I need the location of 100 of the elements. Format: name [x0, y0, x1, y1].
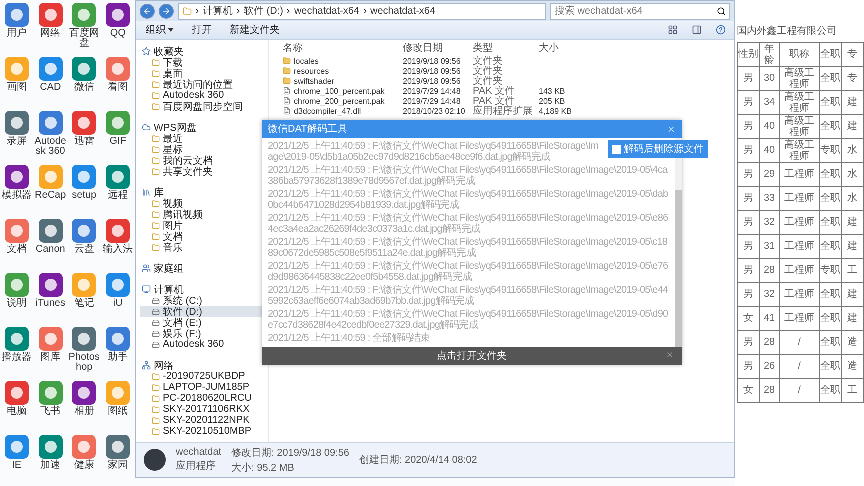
sidebar-item[interactable]: 最近访问的位置 — [140, 79, 268, 90]
sidebar-group[interactable]: 计算机 — [140, 284, 268, 295]
app-label: 看图 — [108, 83, 128, 93]
sidebar-item[interactable]: 我的云文档 — [140, 155, 268, 166]
app-icon[interactable] — [38, 218, 64, 244]
sidebar-item[interactable]: 系统 (C:) — [140, 295, 268, 306]
sidebar-item[interactable]: 视频 — [140, 198, 268, 209]
preview-pane-icon[interactable] — [692, 25, 702, 35]
sidebar-group[interactable]: WPS网盘 — [140, 122, 268, 133]
sidebar-item-icon — [142, 47, 151, 56]
sidebar-item[interactable]: 最近 — [140, 133, 268, 144]
sidebar-item[interactable]: 腾讯视频 — [140, 209, 268, 220]
modified-date: 修改日期: 2019/9/18 09:56 — [232, 446, 350, 460]
sidebar-item-icon — [142, 188, 151, 197]
sidebar-item[interactable]: Autodesk 360 — [140, 339, 268, 350]
toolbar-button[interactable]: 打开 — [190, 23, 214, 37]
app-icon[interactable] — [71, 56, 98, 82]
table-cell: 高级工程师 — [780, 91, 820, 115]
file-name[interactable]: chrome_200_percent.pak — [283, 96, 403, 106]
breadcrumb-item[interactable]: 计算机 — [203, 4, 233, 18]
search-field[interactable]: 搜索 wechatdat-x64 — [550, 2, 730, 20]
sidebar-item[interactable]: 共享文件夹 — [140, 166, 268, 177]
sidebar-item[interactable]: 百度网盘同步空间 — [140, 101, 268, 112]
breadcrumb-item[interactable]: wechatdat-x64 — [370, 6, 436, 16]
created-date: 创建日期: 2020/4/14 08:02 — [359, 454, 478, 467]
sidebar-group[interactable]: 收藏夹 — [140, 46, 268, 57]
file-name[interactable]: chrome_100_percent.pak — [283, 86, 403, 96]
sidebar-item[interactable]: -20190725UKBDP — [140, 371, 268, 382]
organize-menu[interactable]: 组织 — [144, 23, 176, 37]
app-icon[interactable] — [4, 110, 30, 136]
app-icon[interactable] — [38, 434, 64, 460]
forward-button[interactable] — [159, 4, 174, 18]
column-header: 年龄 — [760, 43, 780, 67]
app-icon[interactable] — [4, 164, 30, 190]
table-cell: 29 — [760, 163, 780, 187]
sidebar-group[interactable]: 家庭组 — [140, 263, 268, 274]
checkbox[interactable] — [612, 144, 621, 154]
breadcrumb-item[interactable]: 软件 (D:) — [244, 4, 284, 18]
app-icon[interactable] — [71, 110, 98, 136]
column-header[interactable]: 大小 — [539, 41, 579, 55]
sidebar-item[interactable]: SKY-20171106RKX — [140, 404, 268, 415]
sidebar-item[interactable]: LAPTOP-JUM185P — [140, 382, 268, 393]
address-bar[interactable]: 计算机 软件 (D:) wechatdat-x64 wechatdat-x64 — [178, 2, 546, 20]
open-folder-button[interactable]: 点击打开文件夹 — [262, 347, 682, 365]
sidebar-item[interactable]: 娱乐 (F:) — [140, 328, 268, 339]
table-cell: 造 — [842, 331, 864, 355]
app-icon[interactable] — [38, 56, 64, 82]
toolbar-button[interactable]: 新建文件夹 — [228, 23, 282, 37]
app-icon[interactable] — [71, 326, 98, 352]
app-icon[interactable] — [105, 434, 132, 460]
app-icon[interactable] — [38, 110, 64, 136]
table-cell: 女 — [738, 379, 760, 403]
view-icon[interactable] — [668, 25, 678, 35]
app-icon[interactable] — [105, 2, 132, 28]
back-button[interactable] — [140, 4, 155, 18]
sidebar-item[interactable]: SKY-20210510MBP — [140, 426, 268, 437]
sidebar-item[interactable]: 下载 — [140, 57, 268, 68]
app-icon[interactable] — [105, 272, 132, 298]
app-icon[interactable] — [4, 326, 30, 352]
sidebar-item[interactable]: 文档 (E:) — [140, 317, 268, 328]
sidebar-item[interactable]: 星标 — [140, 144, 268, 155]
app-icon[interactable] — [105, 218, 132, 244]
app-icon[interactable] — [38, 272, 64, 298]
app-label: 录屏 — [6, 137, 27, 147]
app-icon[interactable] — [105, 164, 132, 190]
app-icon[interactable] — [4, 434, 30, 460]
close-button[interactable] — [667, 124, 676, 134]
column-header[interactable]: 名称 — [283, 41, 403, 55]
sidebar-item[interactable]: 文档 — [140, 231, 268, 242]
app-label: 模拟器 — [2, 191, 32, 201]
file-name[interactable]: locales — [283, 56, 403, 66]
app-icon[interactable] — [71, 218, 98, 244]
table-cell: 全职 — [820, 331, 842, 355]
sidebar-item[interactable]: PC-20180620LRCU — [140, 393, 268, 404]
column-header[interactable]: 类型 — [473, 41, 539, 55]
table-cell: / — [780, 379, 820, 403]
file-name[interactable]: swiftshader — [283, 76, 403, 86]
breadcrumb-item[interactable]: wechatdat-x64 — [294, 6, 360, 16]
file-name[interactable]: resources — [283, 66, 403, 76]
sidebar-item[interactable]: 桌面 — [140, 68, 268, 79]
sidebar-group[interactable]: 库 — [140, 187, 268, 198]
close-icon[interactable] — [666, 351, 674, 359]
help-icon[interactable] — [716, 25, 726, 35]
app-icon[interactable] — [4, 380, 30, 406]
app-icon[interactable] — [105, 326, 132, 352]
log-line: 2021/12/5 上午11:40:59 : F:\微信文件\WeChat Files\yq549116658\FileStorage\Image\2019-05\4ca386ba57973628f1389e78d9567ef.dat.jpg解码完成 — [268, 165, 669, 187]
folder-icon — [283, 57, 291, 65]
table-cell: 高级工程师 — [780, 115, 820, 139]
file-name[interactable]: d3dcompiler_47.dll — [283, 106, 403, 116]
app-icon[interactable] — [71, 164, 98, 190]
column-header[interactable]: 修改日期 — [403, 41, 473, 55]
sidebar-item-icon — [142, 361, 151, 370]
sidebar-item[interactable]: 音乐 — [140, 242, 268, 253]
app-icon[interactable] — [4, 2, 30, 28]
sidebar-item[interactable]: SKY-20201122NPK — [140, 415, 268, 426]
sidebar-item[interactable]: 图片 — [140, 220, 268, 231]
app-icon[interactable] — [38, 2, 64, 28]
app-icon[interactable] — [71, 380, 98, 406]
table-cell: 工程师 — [780, 283, 820, 307]
sidebar-item[interactable]: Autodesk 360 — [140, 90, 268, 101]
